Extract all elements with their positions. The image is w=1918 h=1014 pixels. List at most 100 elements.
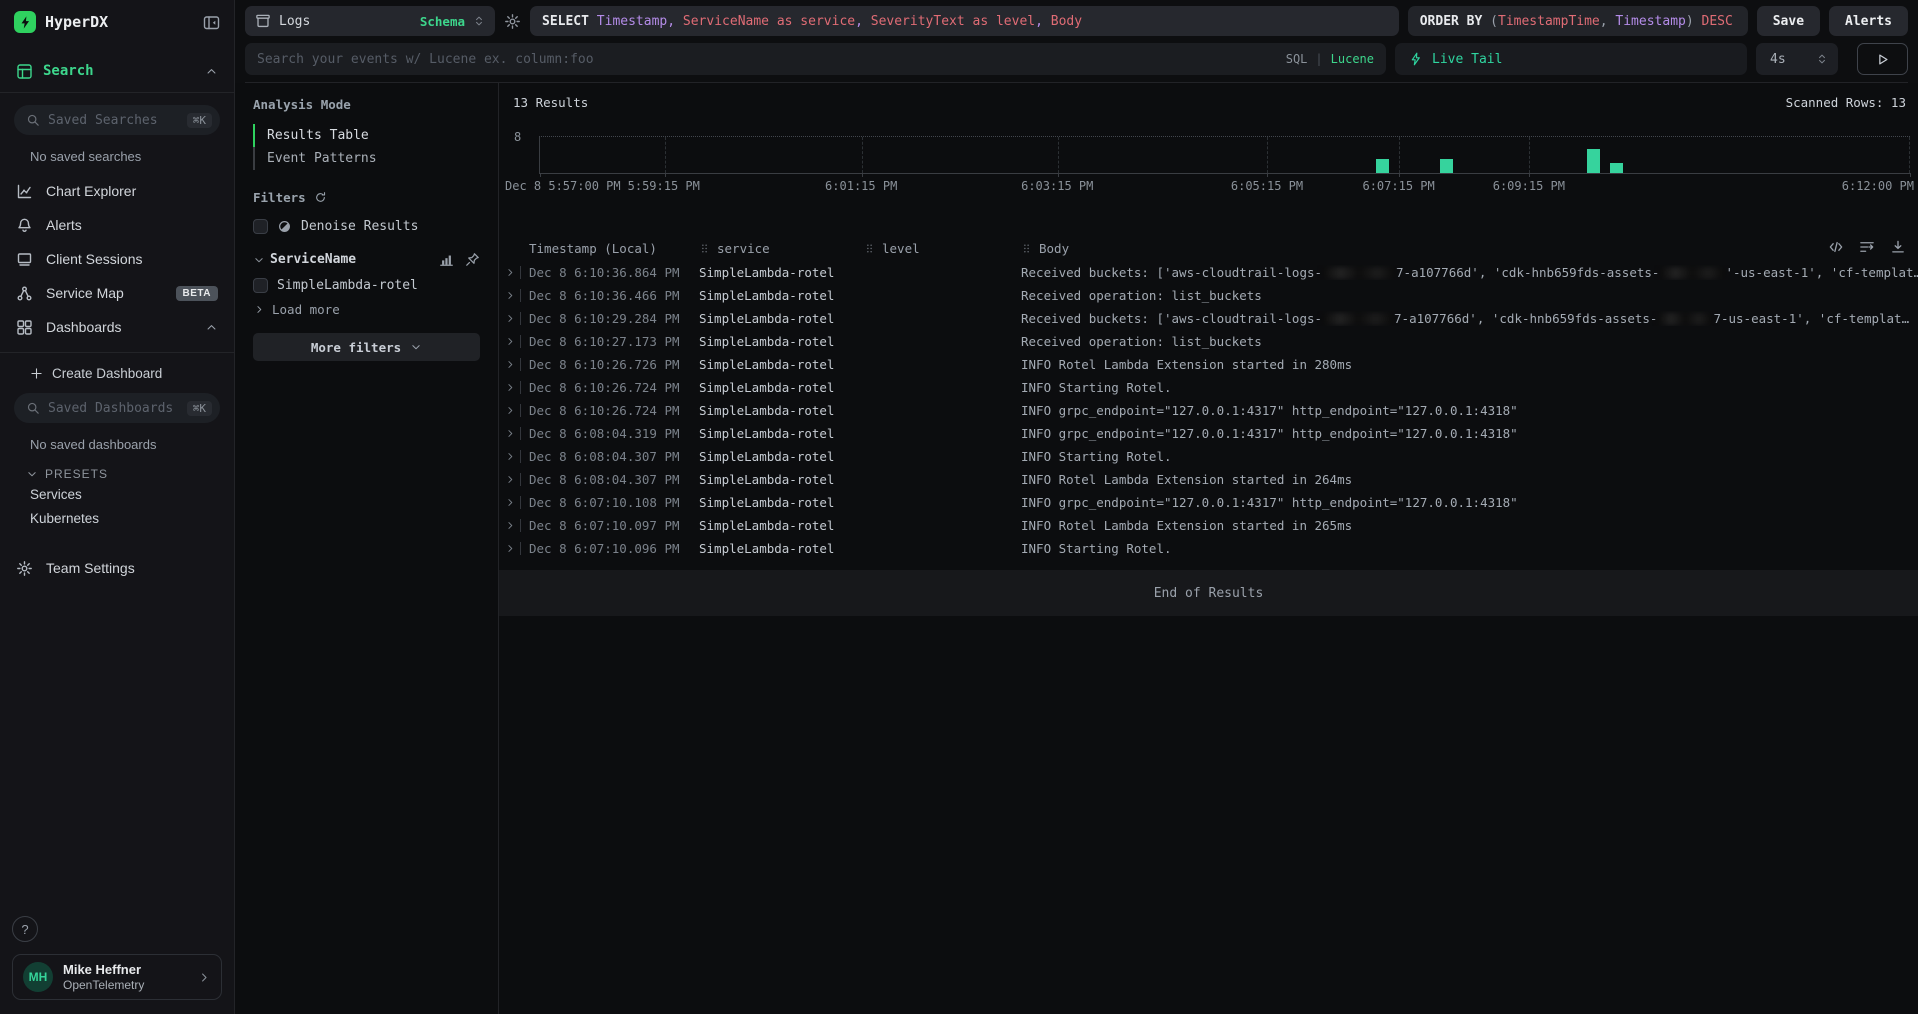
row-expander[interactable] xyxy=(499,496,527,509)
row-expander[interactable] xyxy=(499,289,527,302)
facet-chart-icon[interactable] xyxy=(439,252,454,267)
user-card[interactable]: MH Mike Heffner OpenTelemetry xyxy=(12,954,222,1000)
table-row[interactable]: Dec 8 6:08:04.307 PMSimpleLambda-rotelIN… xyxy=(499,468,1918,491)
wrap-lines-icon[interactable] xyxy=(1859,239,1875,255)
column-header-body[interactable]: Body xyxy=(1021,241,1918,256)
histogram-bar[interactable] xyxy=(1440,159,1453,173)
sidebar-item-chart-explorer[interactable]: Chart Explorer xyxy=(0,174,234,208)
more-filters-label: More filters xyxy=(311,340,401,355)
sql-toggle[interactable]: SQL xyxy=(1286,52,1308,66)
histogram-bar[interactable] xyxy=(1376,159,1389,173)
body-text: 7-a107766d', 'cdk-hnb659fds-assets- xyxy=(1396,265,1659,280)
facet-servicename-header[interactable]: ServiceName xyxy=(253,252,480,267)
checkbox[interactable] xyxy=(253,219,268,234)
sidebar-item-dashboards[interactable]: Dashboards xyxy=(0,310,234,344)
row-service: SimpleLambda-rotel xyxy=(699,403,864,418)
preset-item-services[interactable]: Services xyxy=(0,483,234,507)
chevron-down-icon xyxy=(410,341,422,353)
row-expander[interactable] xyxy=(499,473,527,486)
histogram-bar[interactable] xyxy=(1587,149,1600,173)
table-row[interactable]: Dec 8 6:08:04.319 PMSimpleLambda-rotelIN… xyxy=(499,422,1918,445)
query-token: Timestamp xyxy=(597,14,667,29)
drag-handle-icon[interactable] xyxy=(699,243,710,254)
table-row[interactable]: Dec 8 6:07:10.097 PMSimpleLambda-rotelIN… xyxy=(499,514,1918,537)
table-row[interactable]: Dec 8 6:10:27.173 PMSimpleLambda-rotelRe… xyxy=(499,330,1918,353)
source-settings-gear-icon[interactable] xyxy=(504,13,521,30)
sidebar-item-search[interactable]: Search xyxy=(0,58,234,84)
save-button[interactable]: Save xyxy=(1757,6,1820,36)
denoise-results-checkbox-row[interactable]: Denoise Results xyxy=(253,219,480,234)
table-row[interactable]: Dec 8 6:10:36.864 PMSimpleLambda-rotelRe… xyxy=(499,261,1918,284)
source-select[interactable]: Logs Schema xyxy=(245,6,495,36)
column-header-timestamp[interactable]: Timestamp (Local) xyxy=(499,241,699,256)
facet-value-row[interactable]: SimpleLambda-rotel xyxy=(253,278,480,293)
spacer xyxy=(0,585,234,916)
histogram-plot: 8 xyxy=(539,136,1910,174)
row-expander[interactable] xyxy=(499,335,527,348)
presets-header[interactable]: PRESETS xyxy=(26,467,234,481)
table-row[interactable]: Dec 8 6:10:26.724 PMSimpleLambda-rotelIN… xyxy=(499,399,1918,422)
run-query-button[interactable] xyxy=(1857,43,1908,75)
row-timestamp: Dec 8 6:08:04.307 PM xyxy=(527,449,699,464)
sidebar-item-client-sessions[interactable]: Client Sessions xyxy=(0,242,234,276)
events-histogram: 8 Dec 8 5:57:00 PM5:59:15 PM6:01:15 PM6:… xyxy=(539,136,1910,195)
alerts-button[interactable]: Alerts xyxy=(1829,6,1908,36)
collapse-sidebar-icon[interactable] xyxy=(203,14,220,31)
sidebar-item-team-settings[interactable]: Team Settings xyxy=(0,551,234,585)
more-filters-button[interactable]: More filters xyxy=(253,333,480,361)
saved-dashboards-input[interactable]: Saved Dashboards ⌘K xyxy=(14,393,220,423)
analysis-mode-results-table[interactable]: Results Table xyxy=(253,124,480,147)
row-expander[interactable] xyxy=(499,450,527,463)
results-area: 13 Results Scanned Rows: 13 8 Dec 8 5:57… xyxy=(499,83,1918,1014)
row-expander[interactable] xyxy=(499,542,527,555)
divider xyxy=(520,496,521,509)
checkbox[interactable] xyxy=(253,278,268,293)
row-expander[interactable] xyxy=(499,381,527,394)
table-row[interactable]: Dec 8 6:08:04.307 PMSimpleLambda-rotelIN… xyxy=(499,445,1918,468)
row-expander[interactable] xyxy=(499,312,527,325)
download-icon[interactable] xyxy=(1890,239,1906,255)
row-expander[interactable] xyxy=(499,427,527,440)
row-timestamp: Dec 8 6:10:26.724 PM xyxy=(527,403,699,418)
sidebar-item-service-map[interactable]: Service MapBETA xyxy=(0,276,234,310)
help-button[interactable]: ? xyxy=(12,916,38,942)
saved-searches-input[interactable]: Saved Searches ⌘K xyxy=(14,105,220,135)
gridline xyxy=(665,137,666,173)
beta-badge: BETA xyxy=(176,286,218,301)
sidebar-item-alerts[interactable]: Alerts xyxy=(0,208,234,242)
chevron-up-icon[interactable] xyxy=(205,65,218,78)
create-dashboard-button[interactable]: Create Dashboard xyxy=(30,366,218,381)
lang-divider: | xyxy=(1315,52,1322,66)
drag-handle-icon[interactable] xyxy=(1021,243,1032,254)
x-axis-label: 6:07:15 PM xyxy=(1362,179,1434,193)
table-row[interactable]: Dec 8 6:10:36.466 PMSimpleLambda-rotelRe… xyxy=(499,284,1918,307)
code-icon[interactable] xyxy=(1828,239,1844,255)
select-clause-input[interactable]: SELECT Timestamp, ServiceName as service… xyxy=(530,6,1399,36)
load-more-button[interactable]: Load more xyxy=(253,302,480,317)
analysis-mode-event-patterns[interactable]: Event Patterns xyxy=(253,147,480,170)
preset-item-kubernetes[interactable]: Kubernetes xyxy=(0,507,234,531)
column-header-level[interactable]: level xyxy=(864,241,1021,256)
table-row[interactable]: Dec 8 6:10:29.284 PMSimpleLambda-rotelRe… xyxy=(499,307,1918,330)
row-expander[interactable] xyxy=(499,266,527,279)
lucene-toggle[interactable]: Lucene xyxy=(1331,52,1374,66)
table-row[interactable]: Dec 8 6:10:26.726 PMSimpleLambda-rotelIN… xyxy=(499,353,1918,376)
table-row[interactable]: Dec 8 6:10:26.724 PMSimpleLambda-rotelIN… xyxy=(499,376,1918,399)
refresh-filters-icon[interactable] xyxy=(314,191,327,204)
drag-handle-icon[interactable] xyxy=(864,243,875,254)
column-header-service[interactable]: service xyxy=(699,241,864,256)
row-expander[interactable] xyxy=(499,519,527,532)
table-row[interactable]: Dec 8 6:07:10.096 PMSimpleLambda-rotelIN… xyxy=(499,537,1918,560)
divider xyxy=(520,289,521,302)
row-expander[interactable] xyxy=(499,404,527,417)
search-row: Search your events w/ Lucene ex. column:… xyxy=(245,43,1908,75)
table-row[interactable]: Dec 8 6:07:10.108 PMSimpleLambda-rotelIN… xyxy=(499,491,1918,514)
row-expander[interactable] xyxy=(499,358,527,371)
live-tail-button[interactable]: Live Tail xyxy=(1395,43,1747,75)
pin-icon[interactable] xyxy=(465,252,480,267)
refresh-interval-select[interactable]: 4s xyxy=(1756,43,1838,75)
event-search-input[interactable]: Search your events w/ Lucene ex. column:… xyxy=(245,43,1386,75)
x-axis-label: 6:05:15 PM xyxy=(1231,179,1303,193)
histogram-bar[interactable] xyxy=(1610,163,1623,173)
order-by-input[interactable]: ORDER BY (TimestampTime, Timestamp) DESC xyxy=(1408,6,1748,36)
